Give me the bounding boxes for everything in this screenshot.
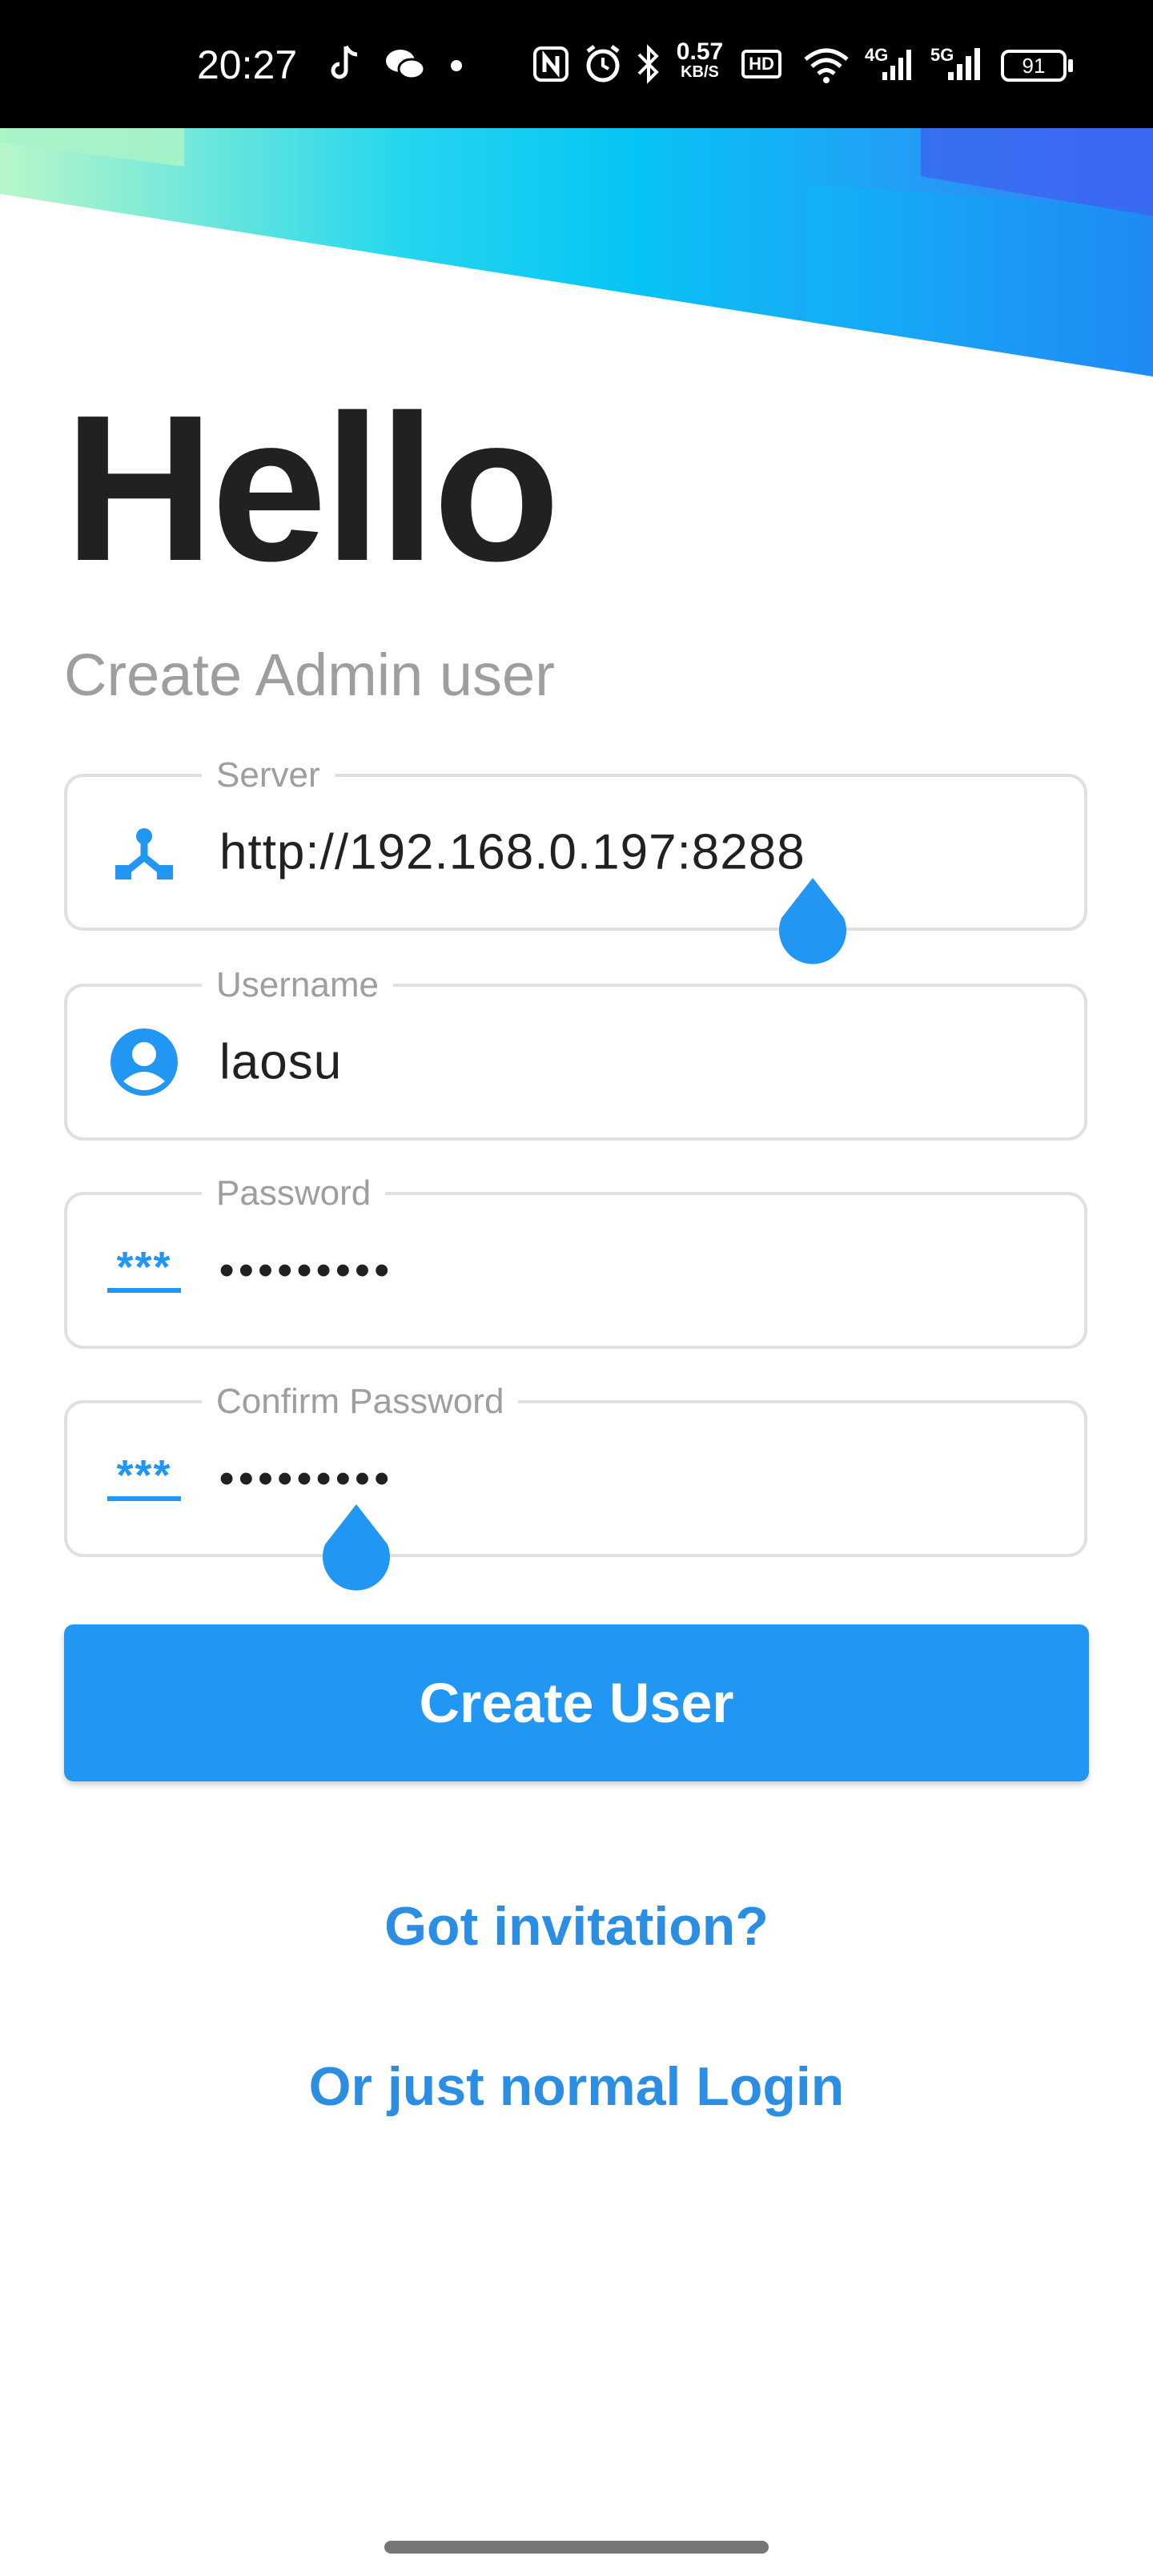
username-label: Username <box>202 966 393 1004</box>
server-input[interactable]: http://192.168.0.197:8288 <box>219 824 805 881</box>
account-circle-icon <box>110 1028 178 1096</box>
nfc-icon <box>533 46 568 82</box>
server-network-icon <box>115 828 173 879</box>
password-input[interactable]: ••••••••• <box>219 1246 394 1294</box>
network-speed: 0.57 KB/S <box>674 38 725 81</box>
cursor-handle[interactable] <box>777 878 849 966</box>
page-subtitle: Create Admin user <box>64 642 555 708</box>
network-speed-value: 0.57 <box>676 38 724 65</box>
gesture-nav-bar[interactable] <box>384 2541 769 2554</box>
password-icon: *** <box>107 1234 181 1307</box>
hd-icon: HD <box>741 50 781 78</box>
password-label: Password <box>202 1174 386 1213</box>
confirm-password-input[interactable]: ••••••••• <box>219 1455 394 1503</box>
status-bar: 20:27 0.57 KB/S HD 4G 5G 91 <box>0 0 1153 128</box>
signal-icon <box>882 50 911 80</box>
tiktok-icon <box>331 45 358 79</box>
battery-tip <box>1068 59 1073 72</box>
username-field[interactable]: Username laosu <box>64 966 1087 1141</box>
battery-level: 91 <box>1022 54 1046 78</box>
header-wave-graphic <box>0 128 1153 376</box>
signal-icon <box>948 48 980 80</box>
status-time: 20:27 <box>197 42 298 87</box>
dot-icon <box>451 60 462 71</box>
password-icon: *** <box>107 1442 181 1515</box>
bluetooth-icon <box>637 44 659 84</box>
confirm-password-icon-asterisks: *** <box>116 1451 172 1499</box>
normal-login-link[interactable]: Or just normal Login <box>0 2055 1153 2118</box>
network-speed-unit: KB/S <box>681 63 719 81</box>
alarm-icon <box>586 45 620 83</box>
password-icon-asterisks: *** <box>116 1243 172 1291</box>
password-field[interactable]: Password *** ••••••••• <box>64 1174 1087 1349</box>
page-title: Hello <box>64 372 560 605</box>
server-label: Server <box>202 756 335 795</box>
wechat-icon <box>386 50 426 80</box>
create-user-button[interactable]: Create User <box>64 1624 1089 1781</box>
wifi-icon <box>804 48 849 83</box>
battery-icon: 91 <box>1001 50 1067 82</box>
username-input[interactable]: laosu <box>219 1034 342 1091</box>
cursor-handle[interactable] <box>320 1504 392 1592</box>
got-invitation-link[interactable]: Got invitation? <box>0 1895 1153 1958</box>
confirm-password-label: Confirm Password <box>202 1383 519 1421</box>
confirm-password-field[interactable]: Confirm Password *** ••••••••• <box>64 1383 1087 1557</box>
server-field[interactable]: Server http://192.168.0.197:8288 <box>64 756 1087 931</box>
